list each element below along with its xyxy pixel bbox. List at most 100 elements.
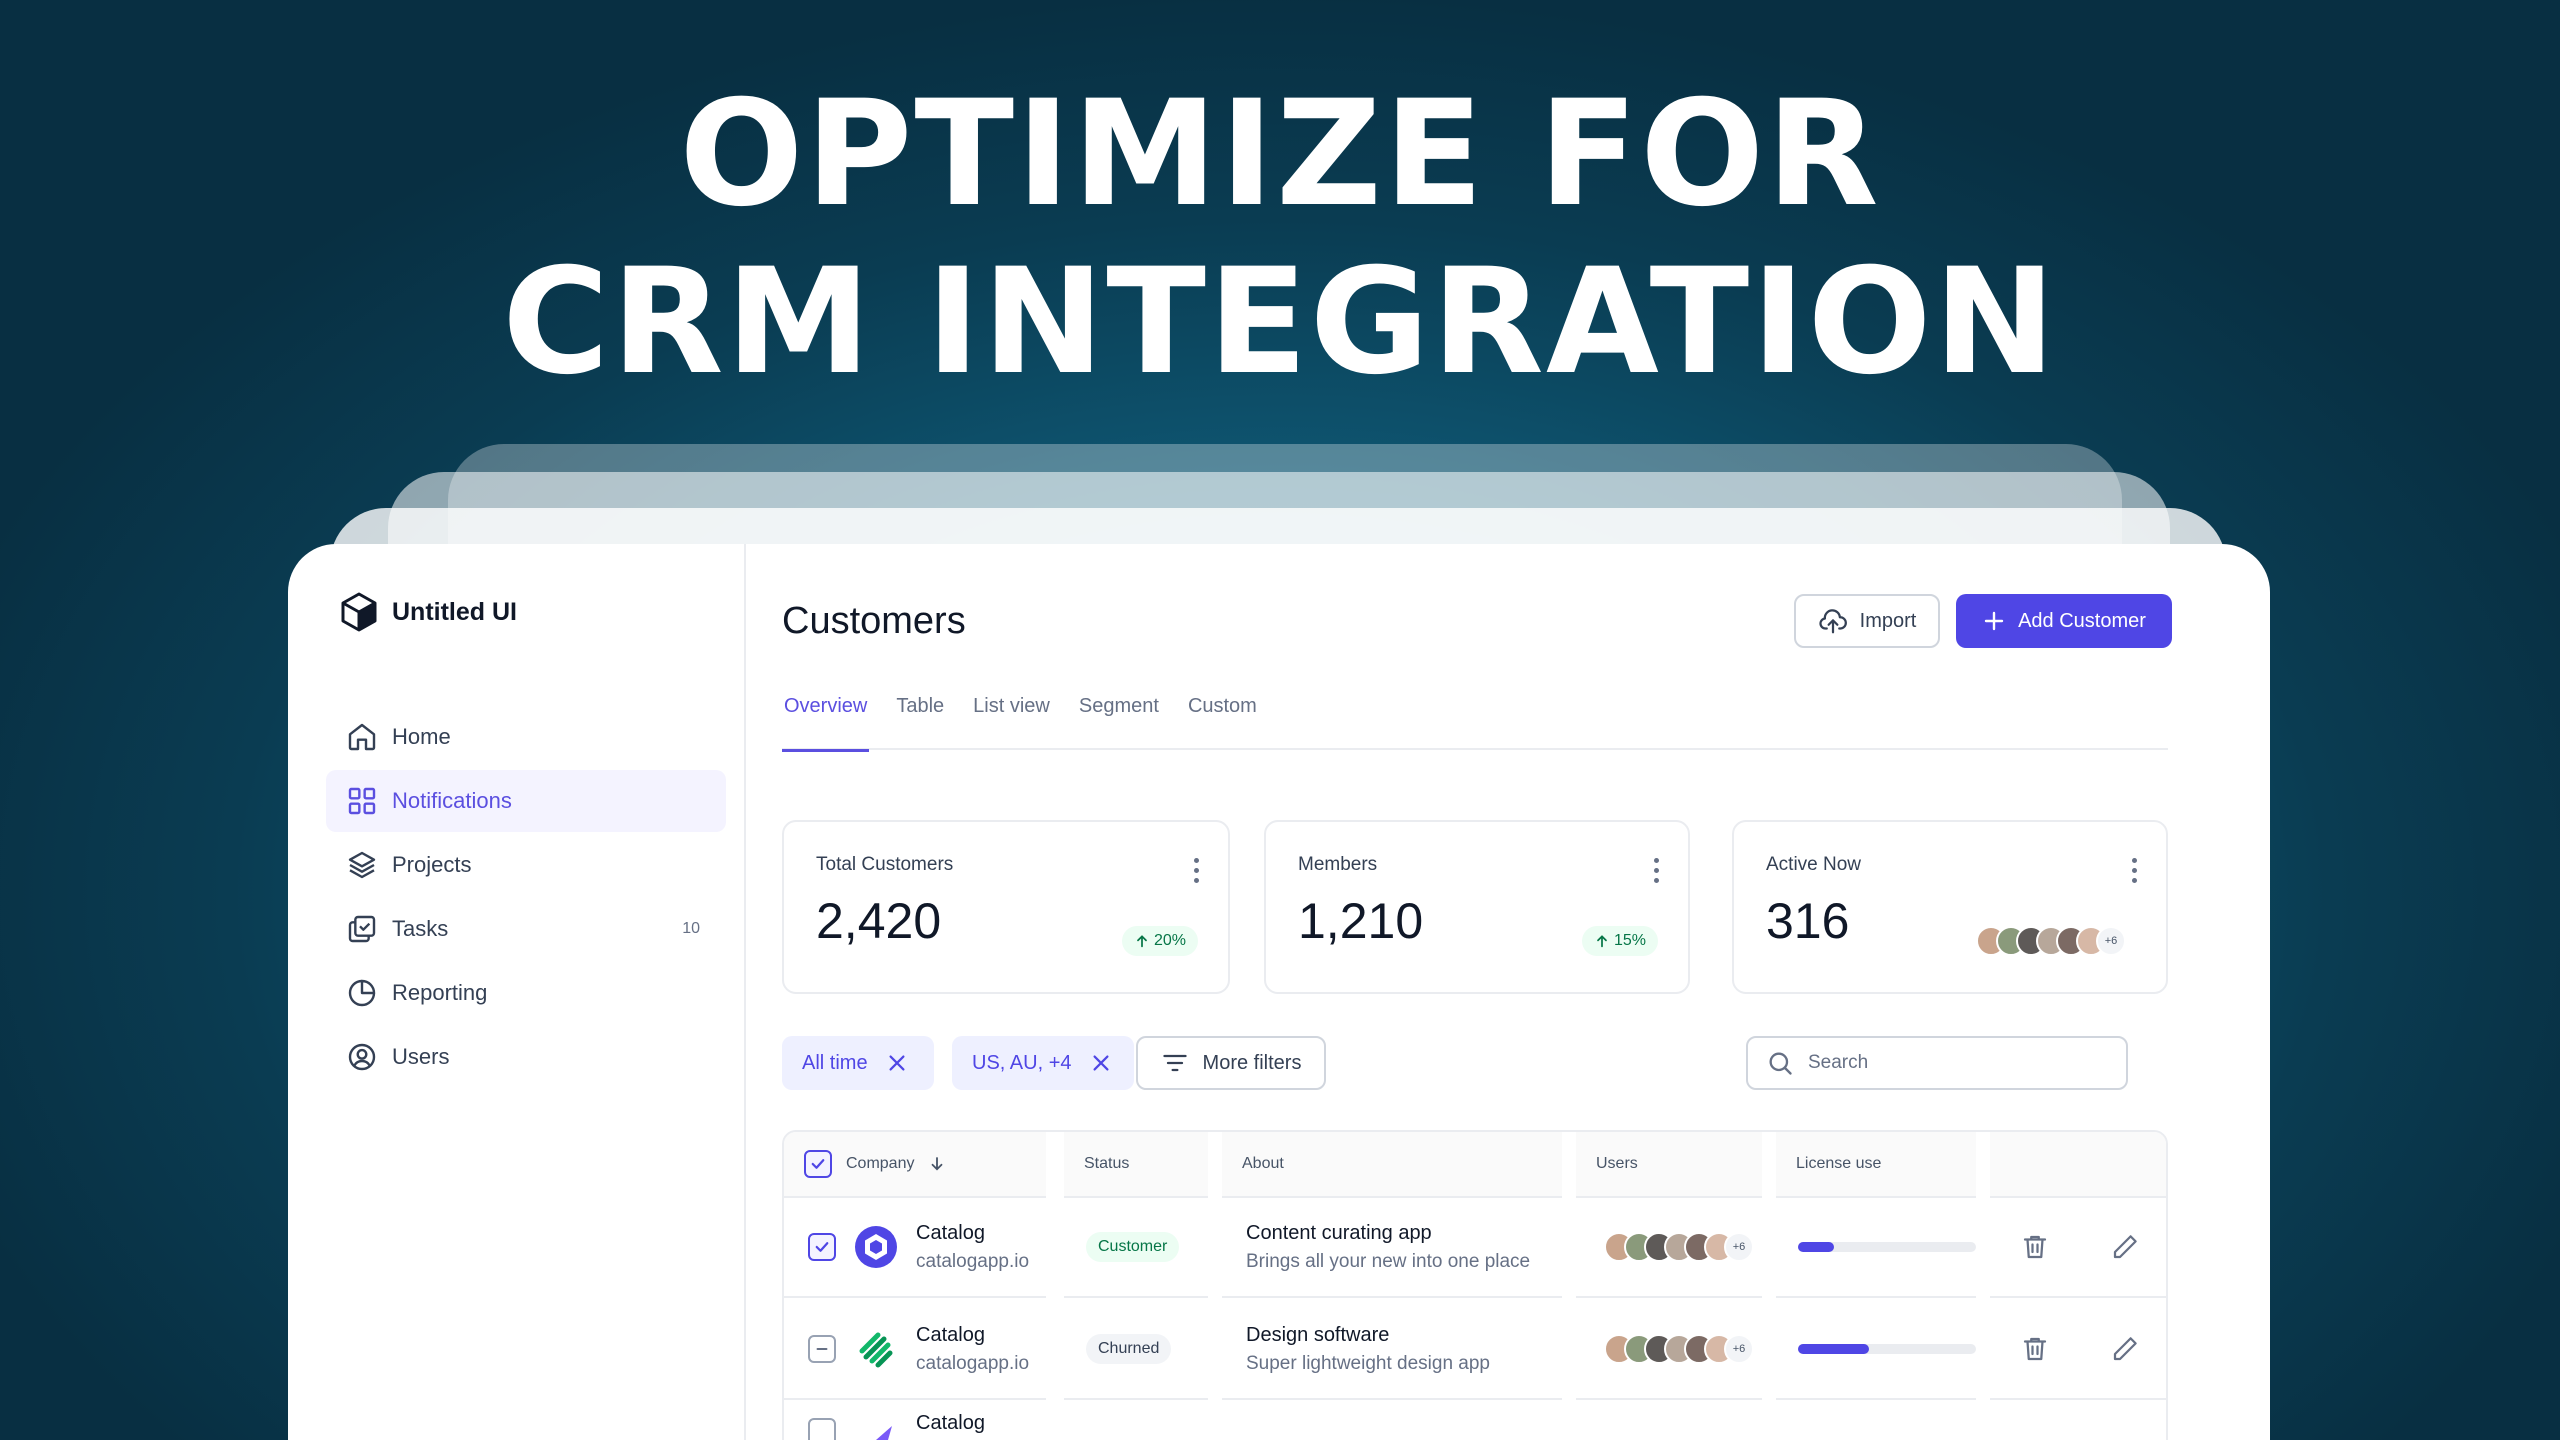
actions-cell: [1990, 1300, 2166, 1400]
column-header-license-use[interactable]: License use: [1776, 1132, 1976, 1198]
home-icon: [348, 723, 376, 751]
main-content: Customers Import Add Customer Overview T…: [746, 544, 2270, 1440]
column-header-status[interactable]: Status: [1064, 1132, 1208, 1198]
edit-button[interactable]: [2105, 1227, 2145, 1267]
layers-icon: [348, 851, 376, 879]
about-title: Design software: [1246, 1323, 1390, 1346]
filter-lines-icon: [1162, 1054, 1187, 1072]
import-button[interactable]: Import: [1794, 594, 1940, 648]
headline-line-1: OPTIMIZE FOR: [679, 69, 1881, 239]
tab-segment[interactable]: Segment: [1077, 690, 1161, 750]
user-circle-icon: [348, 1043, 376, 1071]
filter-chip-regions[interactable]: US, AU, +4: [952, 1036, 1134, 1090]
company-cell: Catalog catalogapp.io: [784, 1198, 1046, 1298]
row-checkbox[interactable]: [808, 1335, 836, 1363]
company-info: Catalog catalogapp.io: [916, 1324, 1029, 1375]
catalog-stripes-logo-icon: [859, 1332, 893, 1368]
sidebar-item-users[interactable]: Users: [326, 1026, 726, 1088]
pencil-icon: [2113, 1337, 2137, 1361]
trend-value: 15%: [1613, 932, 1646, 949]
table-row: Catalog: [784, 1402, 2166, 1440]
search-box: [1746, 1036, 2128, 1090]
company-name[interactable]: Catalog: [916, 1412, 985, 1435]
catalog-logo-icon: [855, 1226, 897, 1268]
table-row: Catalog catalogapp.io Churned Design sof…: [784, 1300, 2166, 1402]
trash-icon: [2023, 1337, 2047, 1361]
close-icon[interactable]: [886, 1052, 908, 1074]
more-options-icon[interactable]: [2132, 858, 2138, 884]
plus-icon: [1984, 611, 2004, 631]
tab-table[interactable]: Table: [894, 690, 946, 750]
row-checkbox[interactable]: [808, 1418, 836, 1440]
more-options-icon[interactable]: [1194, 858, 1200, 884]
sidebar-item-label: Tasks: [392, 916, 449, 941]
avatar-more-count: +6: [1724, 1334, 1754, 1364]
arrow-down-icon: [932, 1157, 943, 1171]
delete-button[interactable]: [2015, 1329, 2055, 1369]
tab-overview[interactable]: Overview: [782, 690, 870, 752]
table-header-row: Company Status About Users License use: [784, 1132, 2166, 1198]
company-name[interactable]: Catalog: [916, 1222, 1029, 1245]
add-customer-label: Add Customer: [2018, 609, 2146, 632]
license-cell: [1776, 1198, 1976, 1298]
search-input[interactable]: [1808, 1052, 2108, 1074]
tab-list-view[interactable]: List view: [971, 690, 1052, 750]
tab-custom[interactable]: Custom: [1186, 690, 1259, 750]
license-progress-fill: [1798, 1344, 1870, 1354]
customers-table: Company Status About Users License use C…: [782, 1130, 2168, 1440]
delete-button[interactable]: [2015, 1227, 2055, 1267]
about-cell: Content curating app Brings all your new…: [1222, 1198, 1562, 1298]
catalog-triangle-logo-icon: [876, 1426, 892, 1440]
sidebar-item-projects[interactable]: Projects: [326, 834, 726, 896]
more-filters-button[interactable]: More filters: [1136, 1036, 1326, 1090]
close-icon[interactable]: [1090, 1052, 1112, 1074]
pencil-icon: [2113, 1235, 2137, 1259]
sidebar: Untitled UI Home Notifications Projects …: [288, 544, 746, 1440]
minus-icon: [816, 1348, 828, 1350]
stat-label: Total Customers: [816, 854, 954, 875]
sidebar-item-label: Home: [392, 724, 451, 749]
arrow-up-icon: [1597, 935, 1607, 948]
sidebar-item-notifications[interactable]: Notifications: [326, 770, 726, 832]
company-name[interactable]: Catalog: [916, 1324, 1029, 1347]
add-customer-button[interactable]: Add Customer: [1956, 594, 2172, 648]
status-badge: Customer: [1086, 1232, 1180, 1262]
pie-chart-icon: [348, 979, 376, 1007]
sidebar-item-label: Users: [392, 1044, 450, 1069]
stat-label: Active Now: [1766, 854, 1862, 875]
license-progress-bar: [1798, 1344, 1976, 1354]
stat-value: 2,420: [816, 893, 942, 949]
headline-line-2: CRM INTEGRATION: [502, 237, 2058, 407]
license-cell: [1776, 1300, 1976, 1400]
cloud-upload-icon: [1819, 609, 1847, 634]
sidebar-item-home[interactable]: Home: [326, 706, 726, 768]
tab-bar: Overview Table List view Segment Custom: [782, 690, 2168, 752]
sidebar-item-label: Reporting: [392, 980, 488, 1005]
trash-icon: [2023, 1235, 2047, 1259]
actions-cell: [1990, 1198, 2166, 1298]
arrow-up-icon: [1137, 935, 1147, 948]
select-all-checkbox[interactable]: [804, 1150, 832, 1178]
column-header-about[interactable]: About: [1222, 1132, 1562, 1198]
app-logo[interactable]: Untitled UI: [340, 592, 517, 632]
page-title: Customers: [782, 600, 966, 642]
company-url: catalogapp.io: [916, 1352, 1030, 1374]
avatar-more-count: +6: [1724, 1232, 1754, 1262]
about-title: Content curating app: [1246, 1221, 1432, 1244]
row-checkbox[interactable]: [808, 1233, 836, 1261]
sidebar-item-label: Projects: [392, 852, 472, 877]
cube-logo-icon: [341, 592, 377, 632]
trend-badge: 15%: [1581, 926, 1658, 956]
check-icon: [815, 1242, 829, 1252]
company-cell: Catalog: [784, 1402, 1046, 1440]
filter-chip-all-time[interactable]: All time: [782, 1036, 934, 1090]
sidebar-item-reporting[interactable]: Reporting: [326, 962, 726, 1024]
column-header-users[interactable]: Users: [1576, 1132, 1762, 1198]
edit-button[interactable]: [2105, 1329, 2145, 1369]
about-subtitle: Super lightweight design app: [1246, 1352, 1491, 1374]
sidebar-nav: Home Notifications Projects Tasks 10 Rep…: [326, 706, 726, 1090]
avatar-group: +6: [1976, 926, 2126, 956]
sidebar-item-tasks[interactable]: Tasks 10: [326, 898, 726, 960]
column-header-company[interactable]: Company: [784, 1132, 1046, 1198]
more-options-icon[interactable]: [1654, 858, 1660, 884]
